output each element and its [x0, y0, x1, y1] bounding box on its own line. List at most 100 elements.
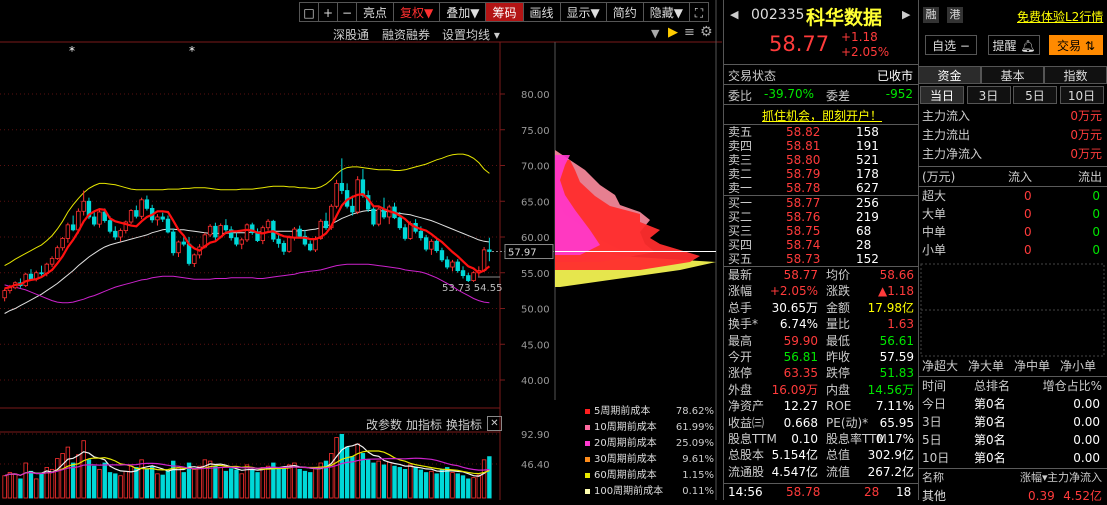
stat-value: 267.2亿	[867, 464, 914, 479]
period-tab[interactable]: 3日	[966, 86, 1011, 104]
size-flow-row: 小单 0 0	[922, 241, 1104, 259]
stat-value: 30.65万	[771, 300, 818, 315]
change-params-link[interactable]: 改参数	[366, 416, 402, 433]
stat-value: 51.83	[879, 366, 914, 381]
bids-volume: 152	[856, 252, 879, 266]
stat-value: 57.59	[879, 350, 914, 364]
volume-bar	[149, 465, 155, 499]
volume-bar	[86, 459, 92, 499]
stat-label: 流值	[826, 464, 851, 479]
volume-bar	[65, 446, 71, 499]
cost-legend-row: 10周期前成本 61.99%	[582, 420, 714, 436]
remind-button[interactable]: 提醒 🔔︎	[988, 35, 1040, 55]
price-tick-label: 50.00	[521, 305, 550, 316]
cost-legend-value: 9.61%	[682, 454, 714, 465]
candle	[192, 253, 197, 268]
asks-row[interactable]: 卖三 58.80 521	[728, 154, 914, 167]
net-flow-label: 净大单	[968, 359, 1005, 373]
in-label: 流入	[1008, 170, 1033, 184]
asks-row[interactable]: 卖一 58.78 627	[728, 182, 914, 195]
bids-label: 买二	[728, 210, 753, 224]
cost-legend-row: 5周期前成本 78.62%	[582, 404, 714, 420]
net-flow-label: 净中单	[1014, 359, 1051, 373]
prev-stock-icon[interactable]: ◀	[730, 8, 738, 21]
volume-bar	[123, 470, 129, 499]
volume-bar	[308, 472, 313, 499]
volume-bar	[12, 473, 18, 499]
asks-row[interactable]: 卖二 58.79 178	[728, 168, 914, 181]
volume-bar	[255, 472, 260, 499]
volume-bar	[429, 470, 434, 499]
rank-row: 5日 第0名 0.00	[922, 431, 1104, 449]
rank-row: 10日 第0名 0.00	[922, 449, 1104, 467]
quote-stat-row: 涨幅 +2.05% 涨跌 ▲1.18	[728, 283, 914, 299]
cost-legend-value: 1.15%	[682, 470, 714, 481]
volume-bar	[49, 468, 55, 499]
volume-bar	[18, 478, 23, 499]
watchlist-button[interactable]: 自选 −	[925, 35, 977, 55]
tab-fund[interactable]: 资金	[918, 66, 981, 84]
tab-basic[interactable]: 基本	[981, 66, 1044, 84]
quote-stat-row: 涨停 63.35 跌停 51.83	[728, 365, 914, 381]
volume-bar	[418, 469, 424, 499]
quote-stat-row: 流通股 4.547亿 流值 267.2亿	[728, 464, 914, 480]
tick-volume: 28	[864, 485, 880, 499]
volume-bar	[139, 459, 144, 499]
stat-label: 跌停	[826, 366, 851, 381]
bids-row[interactable]: 买四 58.74 28	[728, 239, 914, 252]
stat-label: 涨幅	[728, 284, 753, 299]
candle	[213, 222, 218, 240]
volume-bar	[481, 459, 487, 499]
sector-chg-header[interactable]: 涨幅▾	[1020, 469, 1048, 487]
switch-indicator-link[interactable]: 换指标	[446, 416, 482, 433]
main-flow-label: 主力流入	[922, 109, 971, 123]
cost-legend-label: 5周期前成本	[594, 406, 651, 417]
cost-legend-value: 25.09%	[675, 438, 714, 449]
trade-button[interactable]: 交易 ⇅	[1049, 35, 1103, 55]
bids-row[interactable]: 买一 58.77 256	[728, 197, 914, 210]
bids-row[interactable]: 买三 58.75 68	[728, 225, 914, 238]
size-in: 0	[1024, 189, 1032, 203]
price-tick-label: 75.00	[521, 126, 550, 137]
volume-bar	[402, 468, 408, 499]
cost-legend: 5周期前成本 78.62% 10周期前成本 61.99% 20周期前成本 25.09% 30…	[582, 404, 714, 500]
event-marker: *	[69, 44, 75, 58]
bids-row[interactable]: 买二 58.76 219	[728, 211, 914, 224]
volume-bar	[160, 474, 165, 499]
bids-label: 买四	[728, 238, 753, 252]
period-tab[interactable]: 当日	[920, 86, 964, 104]
asks-row[interactable]: 卖四 58.81 191	[728, 140, 914, 153]
open-account-link[interactable]: 抓住机会，即刻开户！	[762, 107, 882, 124]
period-tab[interactable]: 5日	[1013, 86, 1057, 104]
volume-bar	[213, 465, 218, 499]
bids-price: 58.76	[786, 210, 821, 224]
stat-value: 56.61	[879, 333, 914, 348]
asks-row[interactable]: 卖五 58.82 158	[728, 126, 914, 139]
stat-value: 63.35	[783, 366, 818, 381]
next-stock-icon[interactable]: ▶	[902, 8, 910, 21]
sector-row[interactable]: 其他 0.39 4.52亿	[922, 487, 1104, 505]
size-flow-row: 中单 0 0	[922, 223, 1104, 241]
asks-price: 58.78	[786, 181, 821, 195]
tab-index[interactable]: 指数	[1044, 66, 1107, 84]
volume-bar	[344, 446, 350, 499]
period-tab[interactable]: 10日	[1059, 86, 1104, 104]
tick-time: 14:56	[728, 485, 763, 499]
volume-tick-label: 92.90	[521, 430, 550, 441]
stat-value: 0.668	[783, 415, 818, 430]
stat-value: 65.95	[879, 415, 914, 430]
volume-bar	[107, 472, 113, 499]
add-indicator-link[interactable]: 加指标	[406, 416, 442, 433]
volume-bar	[197, 465, 202, 499]
volume-bar	[92, 465, 97, 499]
volume-bar	[239, 473, 244, 499]
margin-tag[interactable]: 融	[923, 7, 939, 23]
bids-row[interactable]: 买五 58.73 152	[728, 253, 914, 266]
volume-bar	[381, 464, 387, 499]
l2-trial-link[interactable]: 免费体验L2行情	[1017, 8, 1103, 25]
volume-bar	[276, 468, 281, 499]
close-indicator-icon[interactable]: ✕	[487, 416, 502, 431]
candle	[28, 269, 34, 280]
volume-bar	[439, 468, 445, 499]
hk-tag[interactable]: 港	[947, 7, 963, 23]
